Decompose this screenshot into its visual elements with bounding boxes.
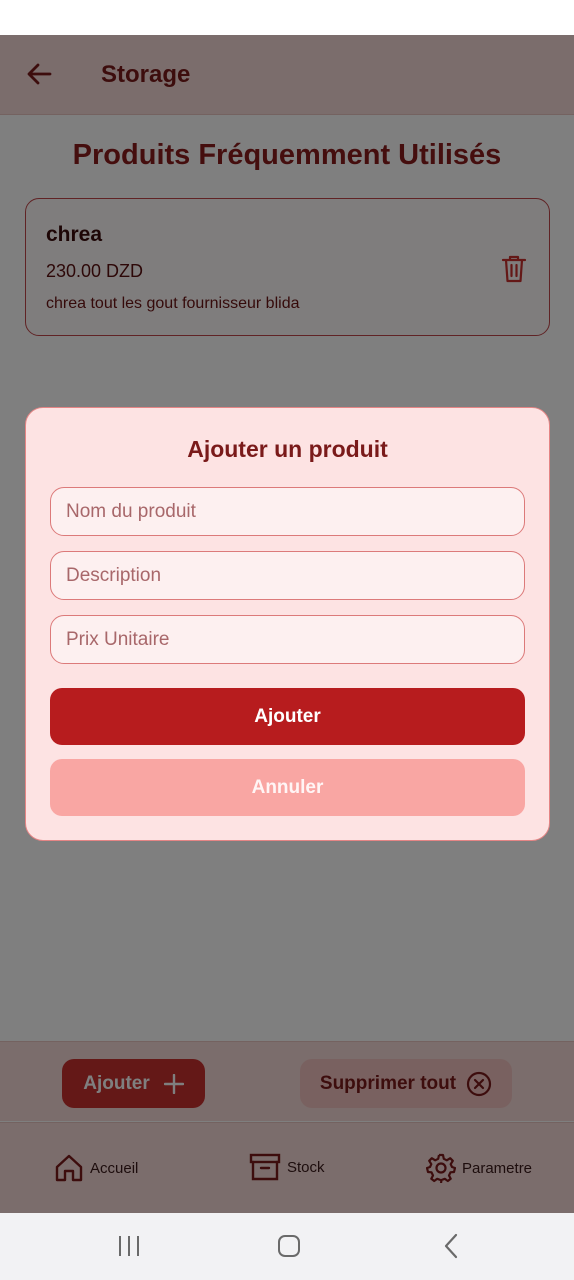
description-input[interactable]: Description — [50, 551, 525, 600]
unit-price-input[interactable]: Prix Unitaire — [50, 615, 525, 664]
back-button-icon[interactable] — [439, 1233, 465, 1259]
home-button-icon[interactable] — [276, 1233, 302, 1259]
dialog-title: Ajouter un produit — [187, 436, 388, 462]
recent-apps-icon[interactable] — [116, 1233, 142, 1259]
cancel-button[interactable]: Annuler — [50, 759, 525, 816]
confirm-add-button[interactable]: Ajouter — [50, 688, 525, 745]
status-bar — [0, 0, 574, 35]
app-screen: Storage Produits Fréquemment Utilisés ch… — [0, 35, 574, 1213]
system-navigation-bar — [0, 1213, 574, 1280]
add-product-dialog: Ajouter un produit Nom du produit Descri… — [25, 407, 550, 841]
product-name-input[interactable]: Nom du produit — [50, 487, 525, 536]
